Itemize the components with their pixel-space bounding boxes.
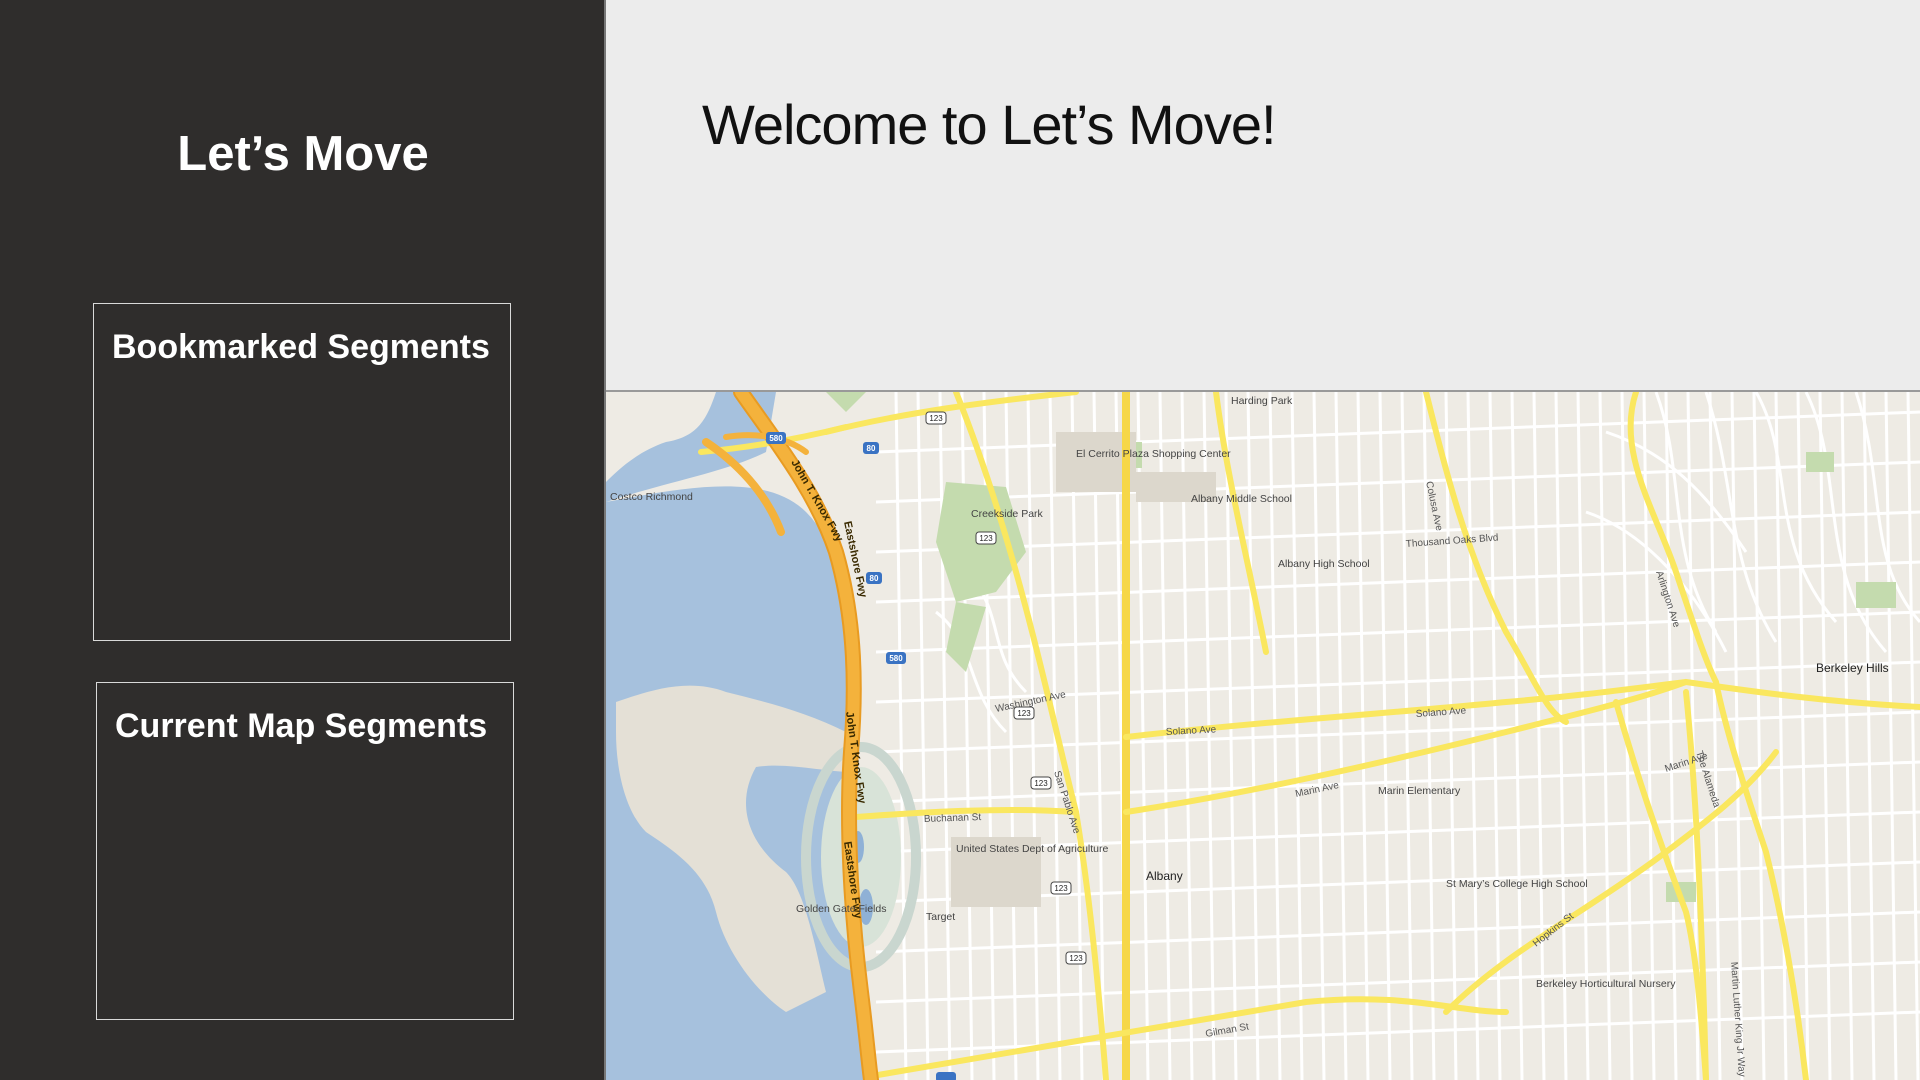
map-label-poi: El Cerrito Plaza Shopping Center [1076,448,1231,460]
map-label-poi: Albany Middle School [1191,493,1292,505]
map-label-poi: Costco Richmond [610,491,693,503]
app-root: Let’s Move Bookmarked Segments Current M… [0,0,1920,1080]
sidebar: Let’s Move Bookmarked Segments Current M… [0,0,606,1080]
svg-text:123: 123 [1017,709,1031,718]
map-label-poi: Marin Elementary [1378,785,1461,797]
current-map-segments-panel: Current Map Segments [96,682,514,1020]
app-title: Let’s Move [177,127,429,181]
welcome-title: Welcome to Let’s Move! [702,93,1277,156]
svg-text:80: 80 [867,444,876,453]
bookmarked-segments-list[interactable] [94,384,510,640]
svg-text:123: 123 [1054,884,1068,893]
map-label-city: Albany [1146,869,1183,883]
map-label-poi: Albany High School [1278,558,1370,570]
map-label-poi: Creekside Park [971,508,1044,520]
map-view[interactable]: 580 80 80 580 123 123 123 123 123 123 Al… [606,392,1920,1080]
svg-text:80: 80 [870,574,879,583]
map-label-poi: United States Dept of Agriculture [956,843,1108,855]
map-label-poi: St Mary’s College High School [1446,878,1588,890]
map-label-poi: Golden Gate Fields [796,903,886,915]
map-label-street: Buchanan St [924,812,982,825]
map-label-poi: Target [926,911,955,923]
svg-text:580: 580 [889,654,903,663]
svg-text:123: 123 [929,414,943,423]
bookmarked-segments-title: Bookmarked Segments [112,328,490,366]
svg-text:123: 123 [979,534,993,543]
map-label-poi: Harding Park [1231,395,1293,407]
map-label-city: Berkeley Hills [1816,661,1889,675]
current-map-segments-title: Current Map Segments [115,707,488,745]
map-label-poi: Berkeley Horticultural Nursery [1536,978,1676,990]
welcome-banner: Welcome to Let’s Move! [606,0,1920,392]
svg-text:580: 580 [769,434,783,443]
map-canvas[interactable]: 580 80 80 580 123 123 123 123 123 123 Al… [606,392,1920,1080]
current-map-segments-list[interactable] [97,763,513,1019]
svg-text:123: 123 [1069,954,1083,963]
bookmarked-segments-panel: Bookmarked Segments [93,303,511,641]
svg-text:123: 123 [1034,779,1048,788]
